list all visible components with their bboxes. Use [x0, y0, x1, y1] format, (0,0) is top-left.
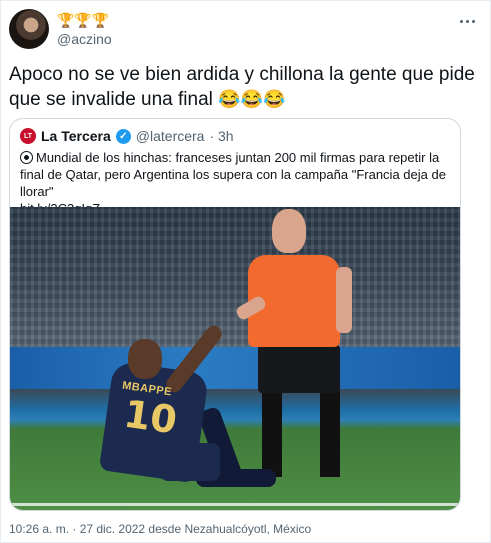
pitch-line [10, 503, 460, 506]
user-handle[interactable]: @aczino [57, 31, 112, 47]
tweet-card: 🏆🏆🏆 @aczino Apoco no se ve bien ardida y… [0, 0, 491, 543]
player-head [128, 339, 162, 379]
quoted-tweet[interactable]: LT La Tercera ✓ @latercera · 3h Mundial … [9, 118, 461, 511]
la-tercera-logo-icon[interactable]: LT [20, 128, 36, 144]
soccer-ball-icon [20, 151, 33, 164]
referee-leg [262, 391, 282, 477]
quoted-time[interactable]: · 3h [209, 128, 233, 144]
tweet-text: Apoco no se ve bien ardida y chillona la… [9, 63, 479, 112]
referee-leg [320, 391, 340, 477]
referee-arm [336, 267, 352, 333]
avatar[interactable] [9, 9, 49, 49]
tweet-header: 🏆🏆🏆 @aczino [9, 9, 479, 53]
jersey-number: 10 [121, 391, 180, 443]
stadium-crowd [10, 207, 460, 357]
referee-head [272, 209, 306, 253]
display-name-text: 🏆🏆🏆 [57, 12, 110, 28]
quoted-body: Mundial de los hinchas: franceses juntan… [20, 150, 446, 199]
quoted-tweet-header: LT La Tercera ✓ @latercera · 3h [20, 127, 234, 145]
more-options-icon[interactable] [455, 11, 479, 31]
quoted-display-name[interactable]: La Tercera [41, 128, 111, 144]
quoted-photo[interactable]: MBAPPE 10 [10, 207, 460, 510]
verified-badge-icon: ✓ [115, 128, 131, 144]
laughing-emoji: 😂😂😂 [218, 89, 286, 109]
tweet-timestamp[interactable]: 10:26 a. m. · 27 dic. 2022 desde Nezahua… [9, 522, 311, 536]
referee-shorts [258, 345, 340, 393]
quoted-handle[interactable]: @latercera [136, 128, 205, 144]
display-name[interactable]: 🏆🏆🏆 [57, 11, 109, 29]
advertising-board [10, 347, 460, 389]
